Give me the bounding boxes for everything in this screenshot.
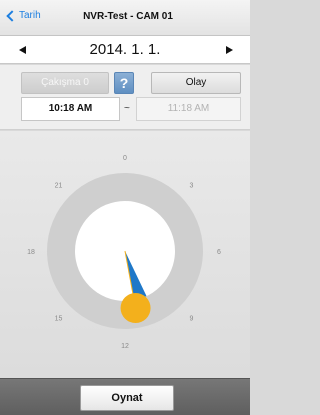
time-dial[interactable]: 0 3 6 9 12 15 18 21 — [0, 131, 250, 378]
page-title: NVR-Test - CAM 01 — [83, 11, 173, 22]
hour-label-9: 9 — [190, 315, 194, 322]
controls-panel: Çakışma 0 ? Olay 10:18 AM ~ 11:18 AM — [0, 65, 250, 130]
play-button[interactable]: Oynat — [80, 385, 174, 411]
selection-handle[interactable] — [120, 293, 151, 324]
start-time-field[interactable]: 10:18 AM — [21, 97, 120, 121]
time-range-separator: ~ — [124, 103, 130, 114]
header-bar: Tarih NVR-Test - CAM 01 — [0, 0, 250, 36]
hour-label-3: 3 — [190, 183, 194, 190]
hour-label-21: 21 — [55, 183, 63, 190]
hour-label-15: 15 — [55, 315, 63, 322]
hour-label-12: 12 — [121, 343, 129, 350]
next-date-arrow-icon[interactable] — [226, 46, 233, 54]
hour-label-6: 6 — [217, 249, 221, 256]
clock-area: 0 3 6 9 12 15 18 21 — [0, 131, 250, 378]
hour-label-18: 18 — [27, 249, 35, 256]
current-date: 2014. 1. 1. — [89, 41, 161, 58]
footer-bar: Oynat — [0, 378, 250, 415]
event-button[interactable]: Olay — [151, 72, 241, 94]
hour-label-0: 0 — [123, 155, 127, 162]
overlap-button[interactable]: Çakışma 0 — [21, 72, 109, 94]
date-navigator: 2014. 1. 1. — [0, 36, 250, 64]
end-time-field[interactable]: 11:18 AM — [136, 97, 241, 121]
help-button[interactable]: ? — [114, 72, 134, 94]
